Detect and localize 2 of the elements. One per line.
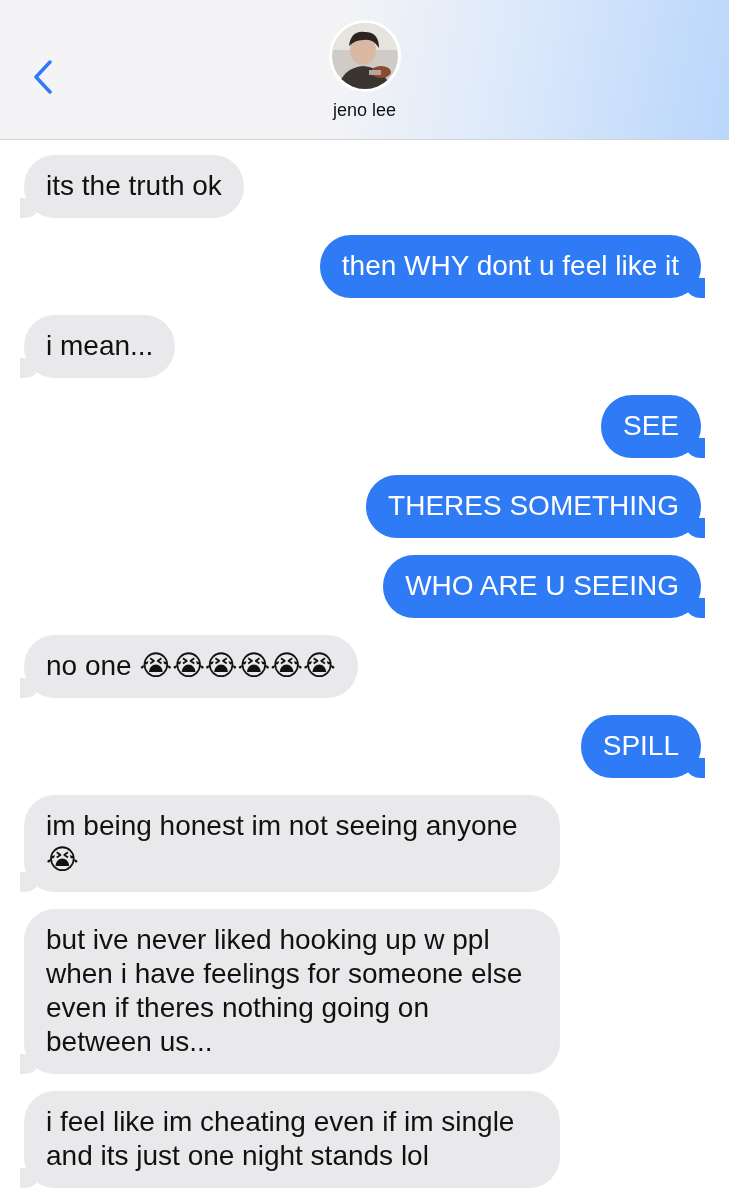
back-icon[interactable] [33, 60, 53, 94]
contact-name[interactable]: jeno lee [332, 100, 397, 121]
